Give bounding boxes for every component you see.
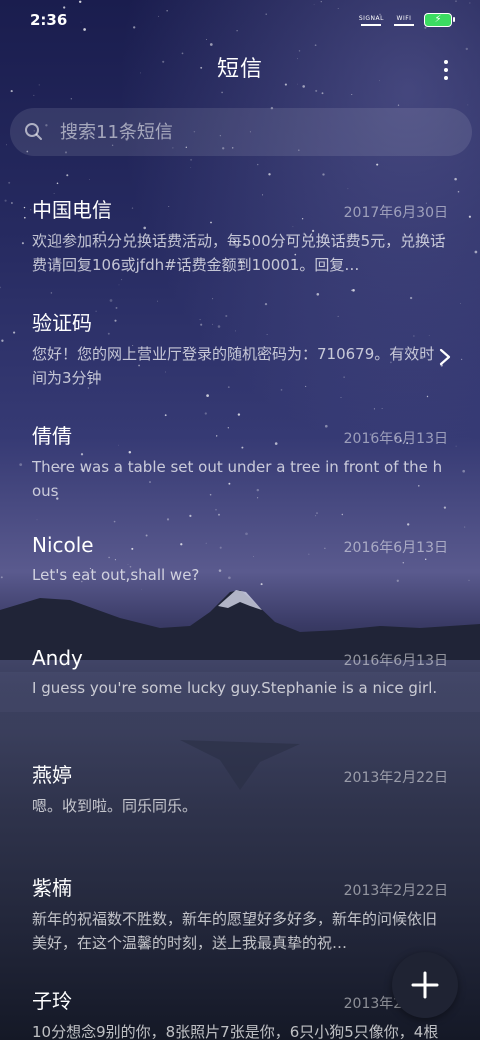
conversation-date: 2013年2月22日: [343, 770, 448, 786]
charging-battery-icon: ⚡: [424, 13, 455, 27]
conversation-preview: 10分想念9别的你，8张照片7张是你，6只小狗5只像你，4根骨头3根归你，2爪着…: [32, 1023, 439, 1040]
conversation-name: 验证码: [32, 311, 92, 335]
conversation-preview: I guess you're some lucky guy.Stephanie …: [32, 679, 438, 697]
conversation-item[interactable]: Nicole 2016年6月13日 Let's eat out,shall we…: [0, 523, 480, 636]
conversation-name: 子玲: [32, 989, 72, 1013]
conversation-preview: 嗯。收到啦。同乐同乐。: [32, 797, 198, 815]
conversation-list: 中国电信 2017年6月30日 欢迎参加积分兑换话费活动，每500分可兑换话费5…: [0, 184, 480, 1040]
conversation-name: 紫楠: [32, 876, 72, 900]
signal-icon: SIGNAL: [359, 15, 384, 26]
conversation-item[interactable]: 燕婷 2013年2月22日 嗯。收到啦。同乐同乐。: [0, 749, 480, 862]
page-title: 短信: [216, 57, 263, 82]
signal-label: SIGNAL: [358, 14, 384, 22]
conversation-name: Nicole: [32, 533, 94, 557]
conversation-preview: There was a table set out under a tree i…: [32, 458, 443, 500]
conversation-preview: 您好！您的网上营业厅登录的随机密码为：710679。有效时间为3分钟: [32, 345, 435, 387]
plus-icon: [411, 971, 439, 999]
search-input[interactable]: [60, 121, 440, 143]
conversation-name: 倩倩: [32, 424, 72, 448]
more-vertical-icon[interactable]: [438, 56, 454, 84]
app-header: 短信: [0, 50, 480, 90]
conversation-preview: 欢迎参加积分兑换话费活动，每500分可兑换话费5元，兑换话费请回复106或jfd…: [32, 232, 446, 274]
conversation-name: 燕婷: [32, 763, 72, 787]
conversation-name: 中国电信: [32, 198, 112, 222]
wifi-icon: WIFI: [394, 15, 414, 26]
new-message-button[interactable]: [392, 952, 458, 1018]
conversation-item[interactable]: 中国电信 2017年6月30日 欢迎参加积分兑换话费活动，每500分可兑换话费5…: [0, 184, 480, 297]
conversation-item[interactable]: Andy 2016年6月13日 I guess you're some luck…: [0, 636, 480, 749]
conversation-item[interactable]: 验证码 您好！您的网上营业厅登录的随机密码为：710679。有效时间为3分钟: [0, 297, 480, 410]
conversation-date: 2013年2月22日: [343, 883, 448, 899]
conversation-preview: Let's eat out,shall we?: [32, 566, 200, 584]
conversation-item[interactable]: 倩倩 2016年6月13日 There was a table set out …: [0, 410, 480, 523]
conversation-date: 2016年6月13日: [343, 540, 448, 556]
wifi-label: WIFI: [396, 14, 412, 22]
conversation-date: 2017年6月30日: [343, 205, 448, 221]
conversation-name: Andy: [32, 646, 83, 670]
status-time: 2:36: [30, 11, 68, 29]
search-bar[interactable]: [10, 108, 472, 156]
status-indicators: SIGNAL WIFI ⚡: [359, 13, 455, 27]
chevron-right-icon[interactable]: [438, 347, 452, 367]
conversation-preview: 新年的祝福数不胜数，新年的愿望好多好多，新年的问候依旧美好，在这个温馨的时刻，送…: [32, 910, 438, 952]
status-bar: 2:36 SIGNAL WIFI ⚡: [0, 0, 480, 40]
conversation-date: 2016年6月13日: [343, 431, 448, 447]
search-icon: [25, 123, 42, 140]
conversation-date: 2016年6月13日: [343, 653, 448, 669]
